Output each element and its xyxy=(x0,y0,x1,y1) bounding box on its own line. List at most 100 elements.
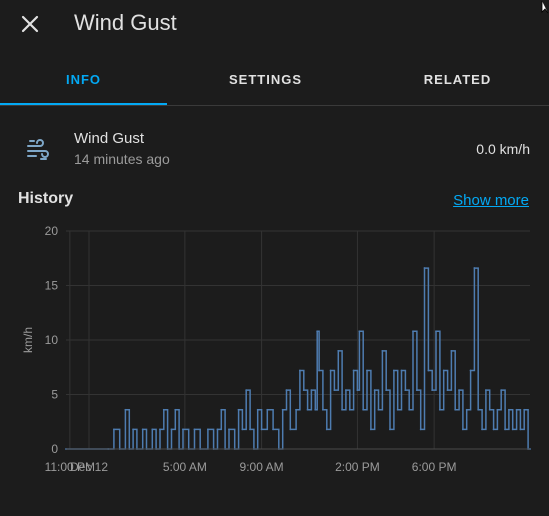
series-point xyxy=(113,428,115,431)
entity-name: Wind Gust xyxy=(74,130,145,147)
series-point xyxy=(182,428,184,431)
series-point xyxy=(446,389,449,392)
series-point xyxy=(352,369,355,372)
dialog-title: Wind Gust xyxy=(74,10,177,35)
entity-state: 0.0 km/h xyxy=(476,141,530,157)
series-point xyxy=(325,428,328,431)
series-point xyxy=(124,408,127,411)
series-point xyxy=(272,428,274,431)
series-point xyxy=(473,267,476,269)
series-point xyxy=(333,389,336,392)
series-point xyxy=(519,428,522,431)
series-point xyxy=(237,408,240,411)
series-point xyxy=(488,408,491,411)
series-point xyxy=(299,369,301,372)
series-point xyxy=(174,408,177,411)
x-tick-label: 5:00 AM xyxy=(163,460,207,474)
more-info-dialog: Wind Gust INFO SETTINGS RELATED Wind Gus… xyxy=(0,0,549,516)
history-chart[interactable]: 0510152011:00 PMDec 12 5:00 AM 9:00 AM 2:00… xyxy=(0,218,549,480)
series-point xyxy=(389,428,391,431)
y-axis-label: km/h xyxy=(21,327,35,353)
y-tick-label: 0 xyxy=(51,442,58,456)
y-tick-label: 15 xyxy=(45,279,59,293)
dialog-header: Wind Gust xyxy=(0,0,549,50)
series-point xyxy=(404,389,407,392)
series-point xyxy=(377,408,380,411)
series-point xyxy=(485,389,487,392)
series-point xyxy=(228,428,230,431)
y-tick-label: 5 xyxy=(51,388,58,402)
tab-settings[interactable]: SETTINGS xyxy=(183,56,348,103)
series-point xyxy=(216,428,219,431)
series-point xyxy=(329,369,332,372)
x-tick-label: Dec 12 xyxy=(70,460,108,474)
entity-row[interactable]: Wind Gust 14 minutes ago 0.0 km/h xyxy=(0,118,549,178)
series-point xyxy=(260,428,263,431)
series-point xyxy=(469,369,472,372)
series-point xyxy=(373,389,376,392)
series-point xyxy=(427,369,430,372)
series-point xyxy=(318,369,320,372)
series-point xyxy=(431,389,434,392)
weather-windy-icon xyxy=(27,139,49,160)
series-point xyxy=(408,408,411,411)
series-point xyxy=(302,389,305,392)
series-point xyxy=(461,428,464,431)
series-point xyxy=(151,428,154,431)
series-point xyxy=(508,408,510,411)
close-icon xyxy=(21,15,39,33)
x-tick-label: 2:00 PM xyxy=(335,460,380,474)
series-point xyxy=(369,428,372,431)
series-point xyxy=(193,428,196,431)
series-point xyxy=(415,389,418,392)
series-point xyxy=(306,408,309,411)
show-more-link[interactable]: Show more xyxy=(453,192,529,209)
series-point xyxy=(348,408,351,411)
series-point xyxy=(162,408,165,411)
series-point xyxy=(337,350,340,352)
series-point xyxy=(419,428,422,431)
wind-gust-series-line xyxy=(66,267,530,450)
series-point xyxy=(477,408,480,411)
series-point xyxy=(241,428,244,431)
series-point xyxy=(515,408,518,411)
series-point xyxy=(423,267,426,269)
series-point xyxy=(481,428,483,431)
series-point xyxy=(356,389,359,392)
series-point xyxy=(454,408,457,411)
history-heading: History xyxy=(18,190,74,207)
series-point xyxy=(442,369,445,372)
close-button[interactable] xyxy=(14,8,46,40)
series-point xyxy=(500,389,503,392)
series-point xyxy=(281,408,284,411)
series-point xyxy=(285,389,288,392)
x-tick-label: 9:00 AM xyxy=(240,460,284,474)
series-point xyxy=(159,428,161,431)
series-point xyxy=(266,408,269,411)
series-point xyxy=(220,408,223,411)
series-point xyxy=(249,428,251,431)
series-point xyxy=(412,330,414,333)
series-point xyxy=(141,428,144,431)
series-point xyxy=(381,350,384,352)
series-point xyxy=(289,428,292,431)
series-point xyxy=(511,428,514,431)
series-point xyxy=(435,330,437,333)
series-point xyxy=(132,428,135,431)
series-point xyxy=(366,369,368,372)
series-point xyxy=(385,389,388,392)
series-point xyxy=(345,389,347,392)
series-point xyxy=(465,408,468,411)
series-point xyxy=(362,408,365,411)
series-point xyxy=(245,389,248,392)
series-point xyxy=(492,428,495,431)
tab-info[interactable]: INFO xyxy=(0,56,167,105)
series-point xyxy=(295,408,297,411)
tab-related[interactable]: RELATED xyxy=(366,56,549,103)
series-point xyxy=(392,369,395,372)
series-point xyxy=(504,428,506,431)
series-point xyxy=(256,408,259,411)
series-point xyxy=(316,330,319,333)
y-tick-label: 20 xyxy=(45,224,59,238)
series-point xyxy=(400,369,403,372)
